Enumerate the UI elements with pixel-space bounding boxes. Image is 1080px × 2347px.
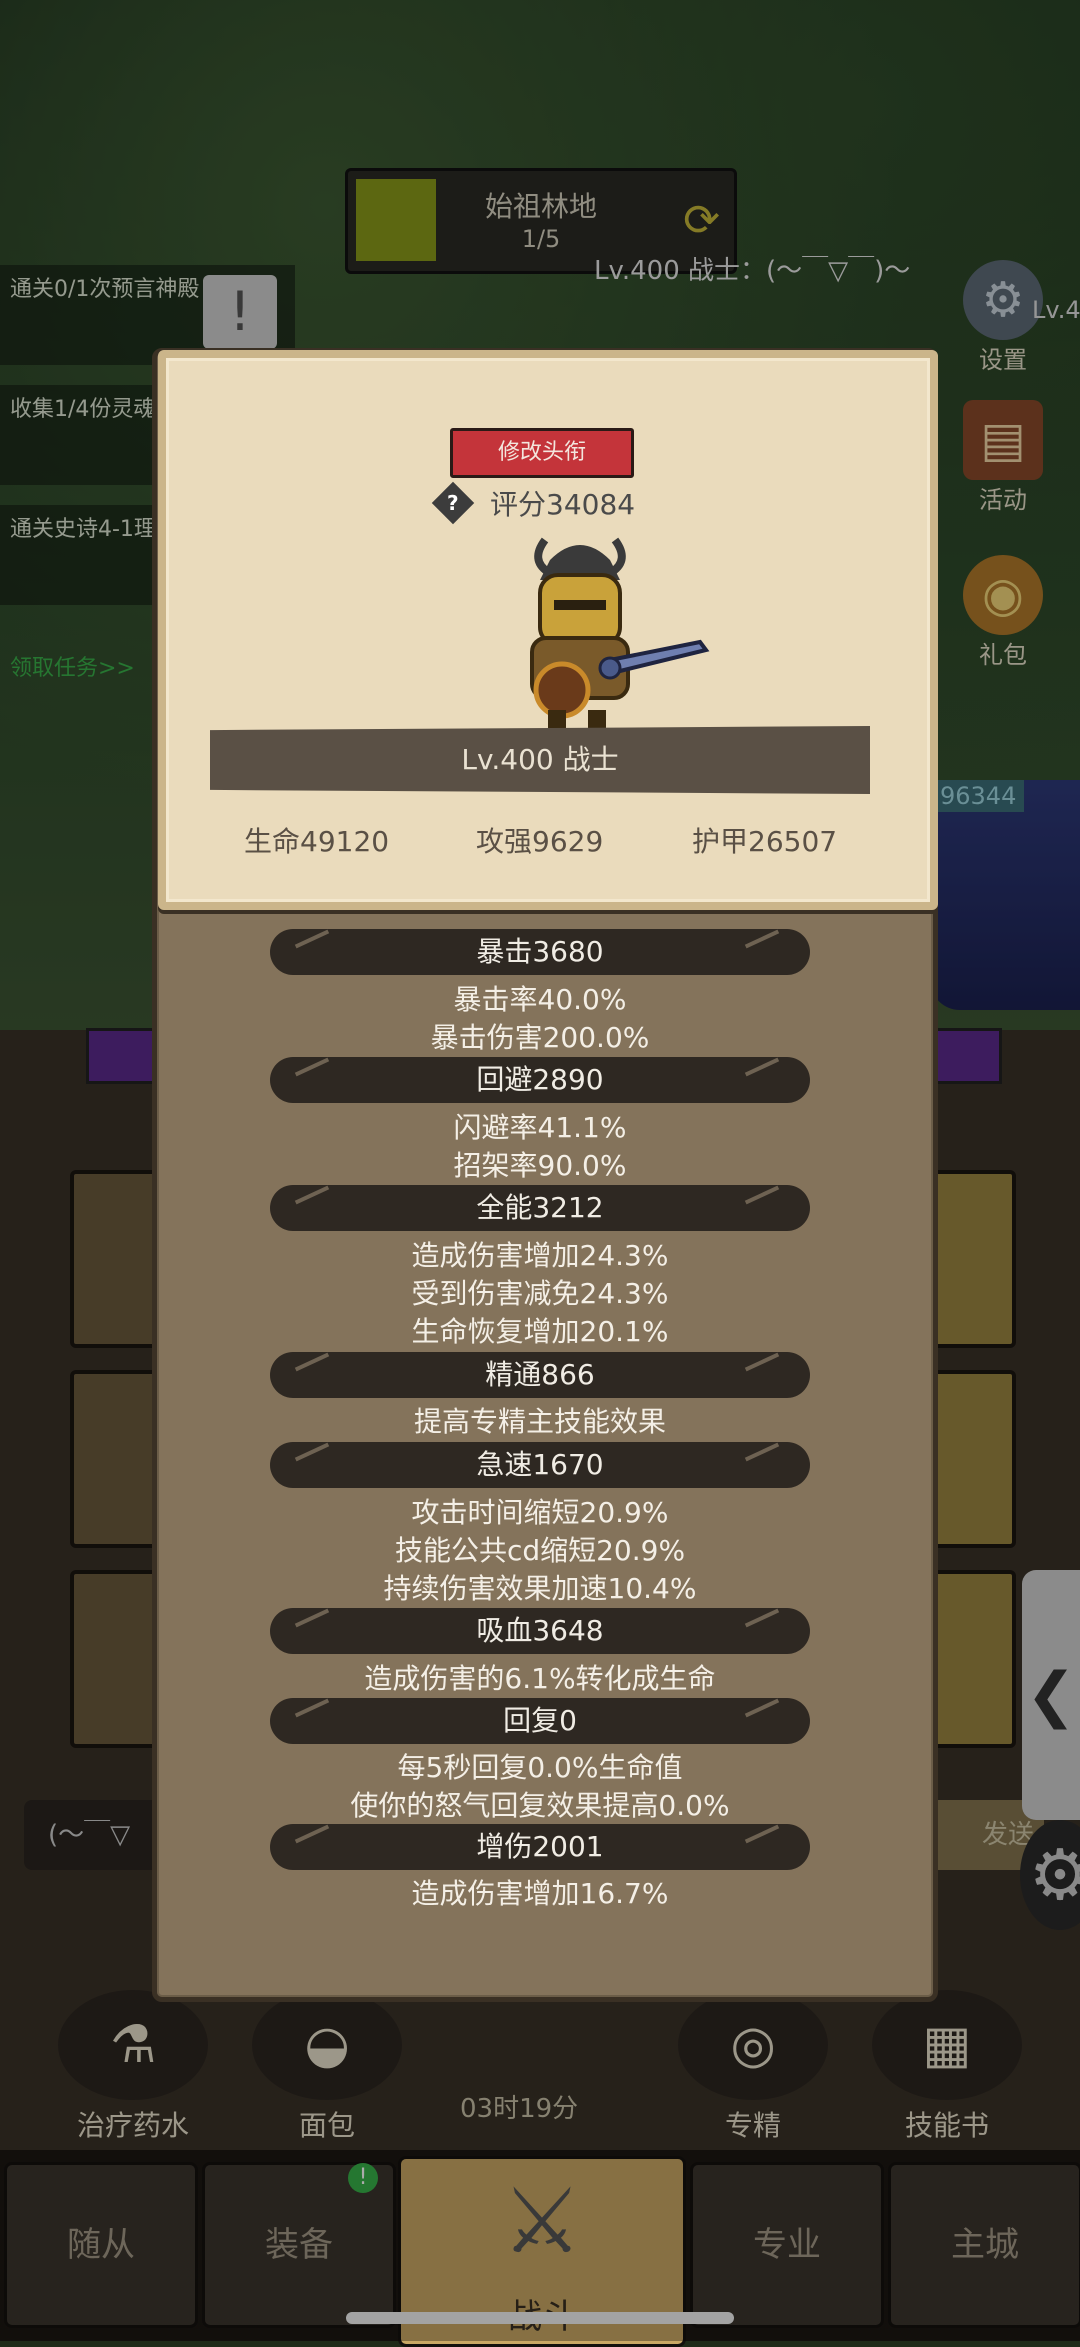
- stat-line: 受到伤害减免24.3%: [411, 1277, 669, 1310]
- stat-header-damage-bonus: 增伤2001: [270, 1824, 810, 1870]
- stat-line: 提高专精主技能效果: [413, 1405, 666, 1438]
- stat-line: 攻击时间缩短20.9%: [411, 1496, 669, 1529]
- armor-stat: 护甲26507: [692, 825, 838, 858]
- stat-line: 暴击率40.0%: [453, 983, 627, 1016]
- stat-line: 闪避率41.1%: [453, 1111, 627, 1144]
- stat-header-avoidance: 回避2890: [270, 1057, 810, 1103]
- stat-line: 招架率90.0%: [453, 1149, 627, 1182]
- attack-stat: 攻强9629: [476, 825, 604, 858]
- edit-title-button[interactable]: 修改头衔: [450, 428, 634, 478]
- stat-header-crit: 暴击3680: [270, 929, 810, 975]
- hp-stat: 生命49120: [244, 825, 390, 858]
- stat-header-versatility: 全能3212: [270, 1185, 810, 1231]
- stat-header-leech: 吸血3648: [270, 1608, 810, 1654]
- stat-line: 使你的怒气回复效果提高0.0%: [350, 1789, 730, 1822]
- stat-line: 技能公共cd缩短20.9%: [394, 1534, 686, 1567]
- warrior-avatar: [530, 537, 710, 746]
- stat-header-haste: 急速1670: [270, 1442, 810, 1488]
- stat-line: 生命恢复增加20.1%: [411, 1315, 669, 1348]
- score-value: 评分34084: [490, 488, 636, 521]
- help-icon[interactable]: ?: [431, 481, 475, 525]
- stat-line: 暴击伤害200.0%: [430, 1021, 650, 1054]
- stat-header-mastery: 精通866: [270, 1352, 810, 1398]
- stat-header-regen: 回复0: [270, 1698, 810, 1744]
- stat-line: 造成伤害增加16.7%: [411, 1877, 669, 1910]
- stat-line: 造成伤害的6.1%转化成生命: [364, 1662, 716, 1695]
- stat-line: 造成伤害增加24.3%: [411, 1239, 669, 1272]
- stat-line: 持续伤害效果加速10.4%: [383, 1572, 697, 1605]
- stat-line: 每5秒回复0.0%生命值: [397, 1751, 683, 1784]
- level-class-bar: Lv.400 战士: [210, 726, 870, 794]
